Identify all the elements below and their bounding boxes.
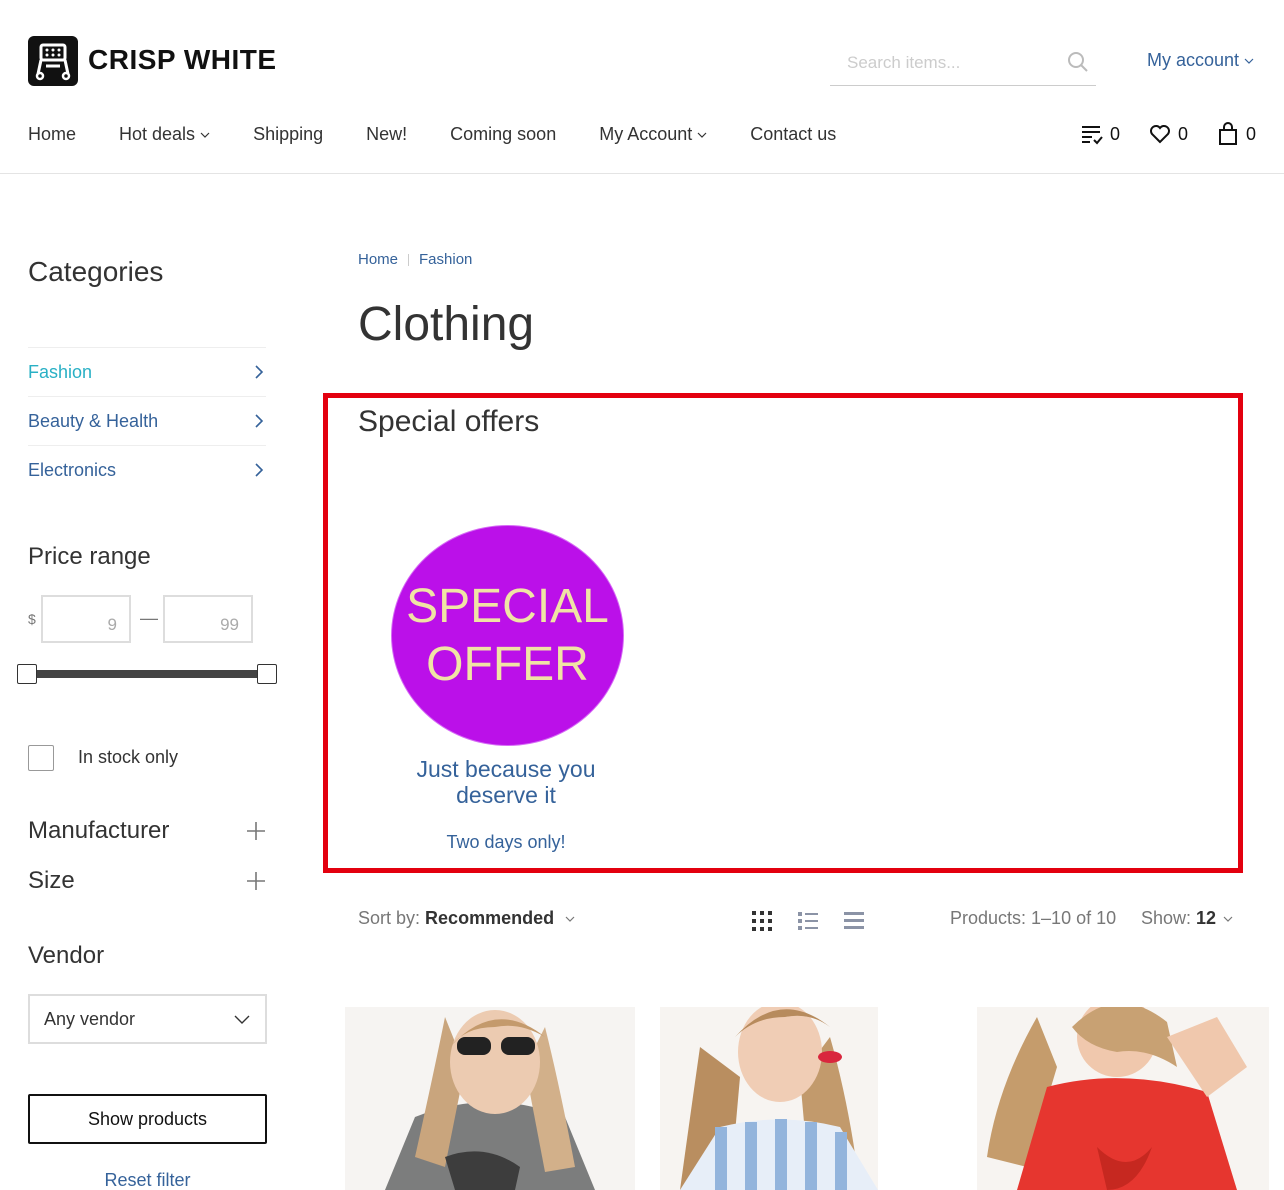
- compare-count: 0: [1109, 123, 1120, 144]
- category-list: Fashion Beauty & Health Electronics: [28, 347, 266, 494]
- nav-hot-deals[interactable]: Hot deals: [119, 124, 210, 145]
- my-account-dropdown[interactable]: My account: [1147, 50, 1254, 71]
- size-filter[interactable]: Size: [28, 867, 266, 895]
- breadcrumb: Home Fashion: [358, 251, 472, 268]
- price-slider-track[interactable]: [27, 670, 267, 678]
- price-min-input[interactable]: [41, 595, 131, 643]
- wishlist-count: 0: [1177, 123, 1188, 144]
- price-separator: —: [140, 608, 158, 628]
- main-nav: Home Hot deals Shipping New! Coming soon…: [28, 124, 879, 145]
- chevron-down-icon: [200, 132, 210, 138]
- price-range-title: Price range: [28, 543, 151, 570]
- product-image-1[interactable]: [345, 1007, 635, 1190]
- cart-count: 0: [1245, 123, 1256, 144]
- product-image-2[interactable]: [660, 1007, 878, 1190]
- categories-title: Categories: [28, 256, 164, 287]
- list-view-icon[interactable]: [796, 909, 820, 933]
- show-products-button[interactable]: Show products: [28, 1094, 267, 1144]
- compare-list-icon: [1081, 126, 1103, 145]
- page-size-dropdown[interactable]: Show: 12: [1141, 908, 1233, 929]
- breadcrumb-home[interactable]: Home: [358, 251, 398, 268]
- sort-dropdown[interactable]: Sort by: Recommended: [358, 908, 575, 929]
- nav-new[interactable]: New!: [366, 124, 407, 145]
- nav-new-label: New!: [366, 124, 408, 144]
- products-count: Products: 1–10 of 10: [950, 908, 1117, 928]
- vendor-selected-value: Any vendor: [44, 1008, 136, 1029]
- header-actions: 0 0 0: [1080, 122, 1256, 146]
- nav-coming-soon-label: Coming soon: [450, 124, 557, 144]
- breadcrumb-separator: [408, 253, 410, 266]
- cart-logo-icon: [35, 43, 71, 81]
- special-offers-title: Special offers: [358, 405, 540, 438]
- product-image-3[interactable]: [977, 1007, 1269, 1190]
- wishlist-button[interactable]: 0: [1148, 122, 1188, 146]
- breadcrumb-fashion[interactable]: Fashion: [419, 251, 472, 268]
- view-switcher: [750, 909, 866, 933]
- plus-icon: [247, 822, 265, 840]
- show-value: 12: [1196, 908, 1217, 928]
- nav-coming-soon[interactable]: Coming soon: [450, 124, 556, 145]
- in-stock-checkbox[interactable]: [28, 745, 54, 771]
- price-slider-min-handle[interactable]: [17, 664, 37, 684]
- my-account-label: My account: [1147, 50, 1240, 70]
- chevron-right-icon: [255, 463, 264, 477]
- chevron-down-icon: [565, 916, 575, 922]
- manufacturer-filter[interactable]: Manufacturer: [28, 817, 266, 845]
- price-max-input[interactable]: [163, 595, 253, 643]
- manufacturer-label: Manufacturer: [28, 817, 170, 844]
- nav-home[interactable]: Home: [28, 124, 76, 145]
- vendor-select[interactable]: Any vendor: [28, 994, 267, 1044]
- vendor-title: Vendor: [28, 942, 105, 969]
- chevron-down-icon: [1223, 916, 1233, 922]
- nav-hot-deals-label: Hot deals: [119, 124, 196, 144]
- brand-logo[interactable]: [28, 36, 78, 86]
- price-slider-max-handle[interactable]: [257, 664, 277, 684]
- special-offer-badge[interactable]: SPECIAL OFFER: [391, 525, 624, 746]
- product-photo-striped-shirt: [660, 1007, 878, 1190]
- category-label: Beauty & Health: [28, 410, 159, 431]
- nav-my-account-label: My Account: [599, 124, 693, 144]
- currency-symbol: $: [28, 611, 36, 627]
- nav-shipping-label: Shipping: [253, 124, 324, 144]
- heart-icon: [1149, 125, 1170, 144]
- badge-line-2: OFFER: [426, 637, 589, 691]
- chevron-down-icon: [1244, 58, 1254, 64]
- chevron-down-icon: [697, 132, 707, 138]
- size-label: Size: [28, 867, 75, 894]
- compare-button[interactable]: 0: [1080, 122, 1120, 146]
- chevron-right-icon: [255, 365, 264, 379]
- search-icon[interactable]: [1066, 50, 1090, 74]
- sort-label: Sort by:: [358, 908, 421, 928]
- plus-icon: [247, 872, 265, 890]
- chevron-right-icon: [255, 414, 264, 428]
- product-photo-red-tee: [977, 1007, 1269, 1190]
- nav-contact-us[interactable]: Contact us: [750, 124, 836, 145]
- category-label: Fashion: [28, 361, 93, 382]
- category-electronics[interactable]: Electronics: [28, 445, 266, 494]
- offer-subline: Two days only!: [446, 832, 566, 852]
- offer-tagline[interactable]: Just because you deserve it: [380, 756, 632, 808]
- badge-line-1: SPECIAL: [406, 579, 609, 633]
- in-stock-label[interactable]: In stock only: [78, 747, 178, 768]
- category-fashion[interactable]: Fashion: [28, 347, 266, 396]
- category-beauty-health[interactable]: Beauty & Health: [28, 396, 266, 445]
- nav-shipping[interactable]: Shipping: [253, 124, 323, 145]
- header-divider: [0, 173, 1284, 174]
- nav-contact-us-label: Contact us: [750, 124, 837, 144]
- page-title: Clothing: [358, 298, 535, 351]
- grid-view-icon[interactable]: [750, 909, 774, 933]
- nav-my-account[interactable]: My Account: [599, 124, 707, 145]
- search-input[interactable]: [830, 40, 1096, 86]
- reset-filter-link[interactable]: Reset filter: [28, 1170, 267, 1190]
- show-label: Show:: [1141, 908, 1192, 928]
- sort-value: Recommended: [425, 908, 555, 928]
- table-view-icon[interactable]: [842, 909, 866, 933]
- category-label: Electronics: [28, 459, 117, 480]
- nav-home-label: Home: [28, 124, 77, 144]
- chevron-down-icon: [234, 1015, 250, 1024]
- shopping-bag-icon: [1218, 122, 1237, 145]
- cart-button[interactable]: 0: [1216, 122, 1256, 146]
- brand-name[interactable]: CRISP WHITE: [88, 44, 277, 76]
- product-photo-grey-tee: [345, 1007, 635, 1190]
